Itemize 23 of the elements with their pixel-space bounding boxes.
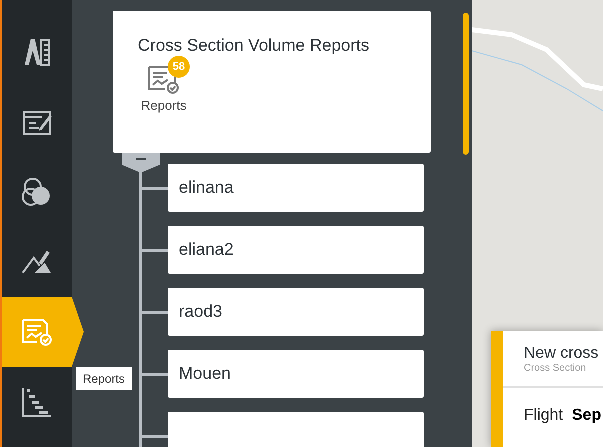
report-card[interactable]: Cross Section Volume Reports 58 Reports (113, 11, 431, 153)
reports-label: Reports (141, 97, 187, 115)
field-value: Sep (572, 406, 602, 426)
tooltip: Reports (76, 367, 132, 390)
card-title: New cross (524, 345, 600, 363)
list-card[interactable]: Mouen (168, 350, 424, 398)
gantt-chart-icon (21, 386, 53, 418)
scrollbar-thumb[interactable] (463, 13, 469, 155)
report-icon (21, 318, 53, 346)
card-subtitle: Cross Section (524, 363, 588, 375)
field-label: Flight (524, 406, 564, 426)
list-card[interactable]: raod3 (168, 288, 424, 336)
edit-form-icon (22, 108, 52, 136)
overlapping-circles-icon (21, 177, 53, 207)
compass-ruler-icon (23, 37, 51, 67)
shovel-mound-icon (21, 249, 53, 275)
card-title: Cross Section Volume Reports (138, 35, 370, 57)
count-badge: 58 (168, 56, 190, 78)
list-card[interactable]: eliana2 (168, 226, 424, 274)
map-card[interactable]: New cross Cross Section Flight Sep (491, 331, 603, 447)
list-card[interactable]: elinana (168, 164, 424, 212)
sidebar-item[interactable] (2, 297, 84, 367)
collapse-toggle[interactable] (122, 153, 160, 173)
